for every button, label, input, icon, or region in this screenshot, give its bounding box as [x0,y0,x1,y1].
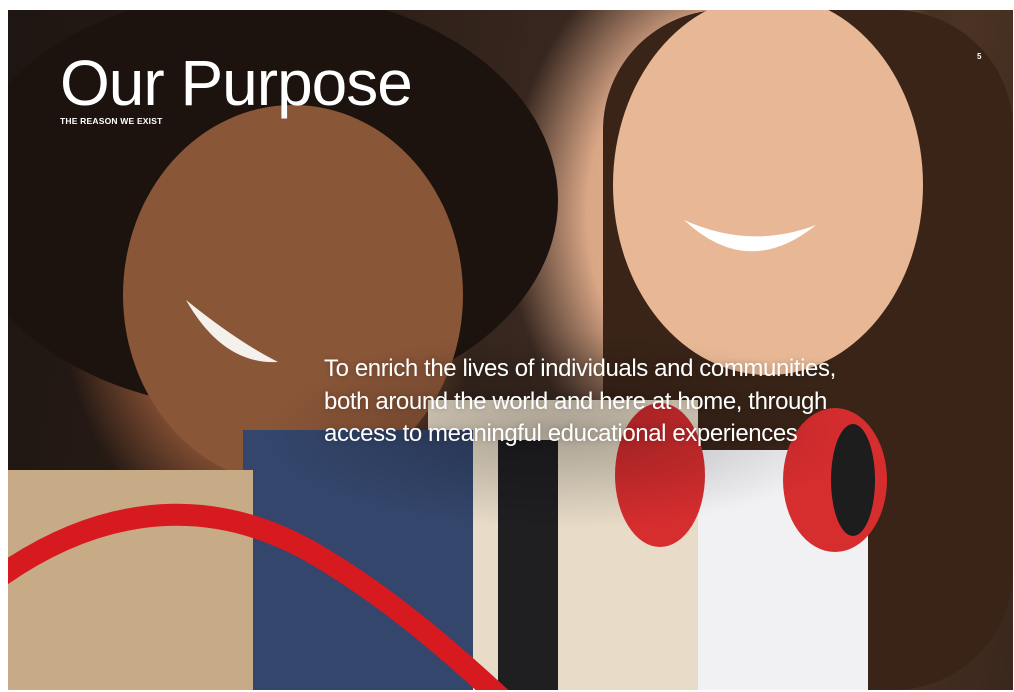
page-title: Our Purpose [60,47,413,119]
purpose-page: Our Purpose THE REASON WE EXIST 5 To enr… [8,10,1013,690]
tshirt-shape [8,470,253,690]
page-subtitle: THE REASON WE EXIST [60,116,163,126]
purpose-statement: To enrich the lives of individuals and c… [324,355,836,447]
page-number: 5 [977,52,982,61]
right-face-shape [613,10,923,375]
